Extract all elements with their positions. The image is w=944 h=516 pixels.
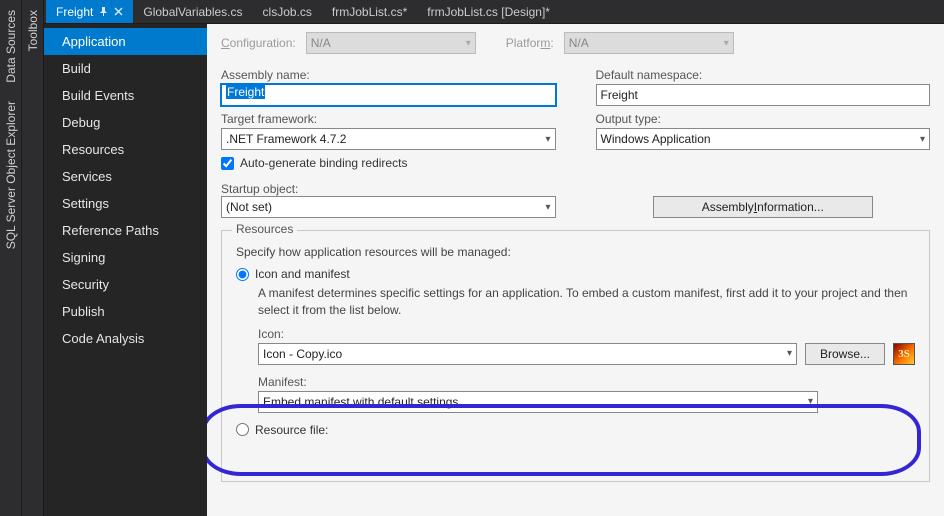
manifest-combo[interactable]: Embed manifest with default settings ▾ bbox=[258, 391, 818, 413]
sidebar-item-services[interactable]: Services bbox=[44, 163, 207, 190]
application-form: Configuration: N/A ▾ Platform: N/A ▾ bbox=[207, 24, 944, 516]
sidebar-item-build[interactable]: Build bbox=[44, 55, 207, 82]
chevron-down-icon[interactable]: ▾ bbox=[545, 202, 550, 213]
sidebar-item-debug[interactable]: Debug bbox=[44, 109, 207, 136]
resources-group: Resources Specify how application resour… bbox=[221, 230, 930, 482]
icon-and-manifest-label: Icon and manifest bbox=[255, 267, 350, 281]
icon-label: Icon: bbox=[258, 327, 284, 341]
configuration-label: Configuration: bbox=[221, 36, 296, 50]
assembly-name-input[interactable]: Freight bbox=[221, 84, 556, 106]
doc-tab-freight[interactable]: Freight bbox=[46, 0, 133, 23]
chevron-down-icon[interactable]: ▾ bbox=[808, 396, 813, 407]
assembly-name-label: Assembly name: bbox=[221, 68, 556, 82]
manifest-note: A manifest determines specific settings … bbox=[258, 285, 915, 319]
sidebar-item-application[interactable]: Application bbox=[44, 28, 207, 55]
autogen-redirects-checkbox[interactable] bbox=[221, 157, 234, 170]
autogen-redirects-row: Auto-generate binding redirects bbox=[221, 156, 930, 170]
chevron-down-icon[interactable]: ▾ bbox=[920, 134, 925, 145]
chevron-down-icon[interactable]: ▾ bbox=[787, 348, 792, 359]
doc-tab-clsjob[interactable]: clsJob.cs bbox=[253, 0, 322, 23]
toolwell-tab-sql-explorer[interactable]: SQL Server Object Explorer bbox=[2, 93, 20, 257]
platform-combo: N/A ▾ bbox=[564, 32, 734, 54]
configuration-combo: N/A ▾ bbox=[306, 32, 476, 54]
icon-preview: 3S bbox=[893, 343, 915, 365]
resources-legend: Resources bbox=[232, 222, 297, 236]
close-icon[interactable] bbox=[114, 7, 123, 16]
doc-tab-label: clsJob.cs bbox=[263, 5, 312, 19]
project-properties-nav: Application Build Build Events Debug Res… bbox=[44, 24, 207, 516]
output-type-combo[interactable]: Windows Application ▾ bbox=[596, 128, 931, 150]
sidebar-item-resources[interactable]: Resources bbox=[44, 136, 207, 163]
toolwell-left-1: Data Sources SQL Server Object Explorer bbox=[0, 0, 22, 516]
default-namespace-label: Default namespace: bbox=[596, 68, 931, 82]
sidebar-item-security[interactable]: Security bbox=[44, 271, 207, 298]
assembly-information-button[interactable]: Assembly Information... bbox=[653, 196, 873, 218]
doc-tab-globalvariables[interactable]: GlobalVariables.cs bbox=[133, 0, 252, 23]
startup-object-label: Startup object: bbox=[221, 182, 298, 196]
sidebar-item-code-analysis[interactable]: Code Analysis bbox=[44, 325, 207, 352]
output-type-label: Output type: bbox=[596, 112, 931, 126]
default-namespace-input[interactable]: Freight bbox=[596, 84, 931, 106]
pin-icon[interactable] bbox=[99, 7, 108, 16]
doc-tab-frmjoblist-design[interactable]: frmJobList.cs [Design]* bbox=[417, 0, 560, 23]
toolwell-tab-toolbox[interactable]: Toolbox bbox=[24, 2, 42, 59]
sidebar-item-signing[interactable]: Signing bbox=[44, 244, 207, 271]
icon-combo[interactable]: Icon - Copy.ico ▾ bbox=[258, 343, 797, 365]
doc-tab-label: frmJobList.cs* bbox=[332, 5, 407, 19]
platform-label: Platform: bbox=[506, 36, 554, 50]
chevron-down-icon[interactable]: ▾ bbox=[545, 134, 550, 145]
sidebar-item-build-events[interactable]: Build Events bbox=[44, 82, 207, 109]
manifest-label: Manifest: bbox=[258, 375, 307, 389]
sidebar-item-publish[interactable]: Publish bbox=[44, 298, 207, 325]
autogen-redirects-label: Auto-generate binding redirects bbox=[240, 156, 407, 170]
startup-object-combo[interactable]: (Not set) ▾ bbox=[221, 196, 556, 218]
icon-and-manifest-radio[interactable] bbox=[236, 268, 249, 281]
doc-tab-label: Freight bbox=[56, 5, 93, 19]
browse-button[interactable]: Browse... bbox=[805, 343, 885, 365]
sidebar-item-settings[interactable]: Settings bbox=[44, 190, 207, 217]
chevron-down-icon: ▾ bbox=[466, 38, 471, 49]
doc-tab-label: frmJobList.cs [Design]* bbox=[427, 5, 550, 19]
chevron-down-icon: ▾ bbox=[724, 38, 729, 49]
document-tab-strip: Freight GlobalVariables.cs clsJob.cs frm… bbox=[44, 0, 944, 24]
target-framework-label: Target framework: bbox=[221, 112, 556, 126]
toolwell-tab-data-sources[interactable]: Data Sources bbox=[2, 2, 20, 91]
resources-help: Specify how application resources will b… bbox=[236, 245, 915, 259]
toolwell-left-2: Toolbox bbox=[22, 0, 44, 516]
doc-tab-label: GlobalVariables.cs bbox=[143, 5, 242, 19]
sidebar-item-reference-paths[interactable]: Reference Paths bbox=[44, 217, 207, 244]
resource-file-radio[interactable] bbox=[236, 423, 249, 436]
doc-tab-frmjoblist-cs[interactable]: frmJobList.cs* bbox=[322, 0, 417, 23]
resource-file-label: Resource file: bbox=[255, 423, 328, 437]
target-framework-combo[interactable]: .NET Framework 4.7.2 ▾ bbox=[221, 128, 556, 150]
